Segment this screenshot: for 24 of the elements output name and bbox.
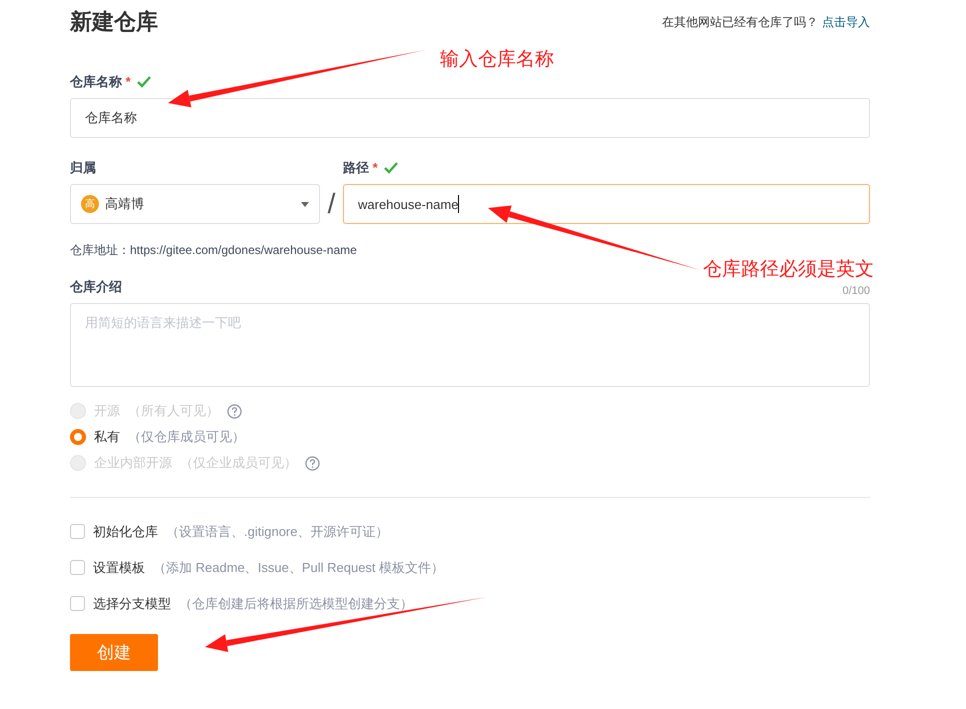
option-checkbox-row[interactable]: 初始化仓库 （设置语言、.gitignore、开源许可证）	[70, 523, 870, 540]
annotation-text: 仓库路径必须是英文	[703, 258, 874, 282]
field-label: 仓库介绍	[70, 278, 122, 296]
field-label: 路径 *	[343, 159, 378, 177]
character-counter: 0/100	[842, 285, 870, 297]
page-title: 新建仓库	[70, 8, 158, 36]
checkbox[interactable]	[70, 524, 85, 539]
option-checkbox-row[interactable]: 选择分支模型 （仓库创建后将根据所选模型创建分支）	[70, 595, 870, 612]
path-input[interactable]: warehouse-name	[343, 184, 870, 224]
repository-address: 仓库地址：https://gitee.com/gdones/warehouse-name	[70, 242, 358, 259]
visibility-option[interactable]: 私有 （仅仓库成员可见）	[70, 429, 870, 445]
path-separator: /	[326, 187, 336, 221]
name-input[interactable]: 仓库名称	[70, 98, 870, 138]
import-prompt: 在其他网站已经有仓库了吗？	[662, 14, 818, 30]
caret-icon	[301, 202, 309, 206]
field-label: 仓库名称 *	[70, 73, 131, 91]
checkbox[interactable]	[70, 596, 85, 611]
checkbox[interactable]	[70, 560, 85, 575]
owner-select[interactable]: 高 高靖博	[70, 184, 320, 224]
option-checkbox-row[interactable]: 设置模板 （添加 Readme、Issue、Pull Request 模板文件）	[70, 559, 870, 576]
annotation-text: 输入仓库名称	[440, 48, 554, 72]
field-label: 归属	[70, 159, 96, 177]
radio-button[interactable]	[70, 429, 86, 445]
import-link[interactable]: 点击导入	[822, 14, 870, 30]
